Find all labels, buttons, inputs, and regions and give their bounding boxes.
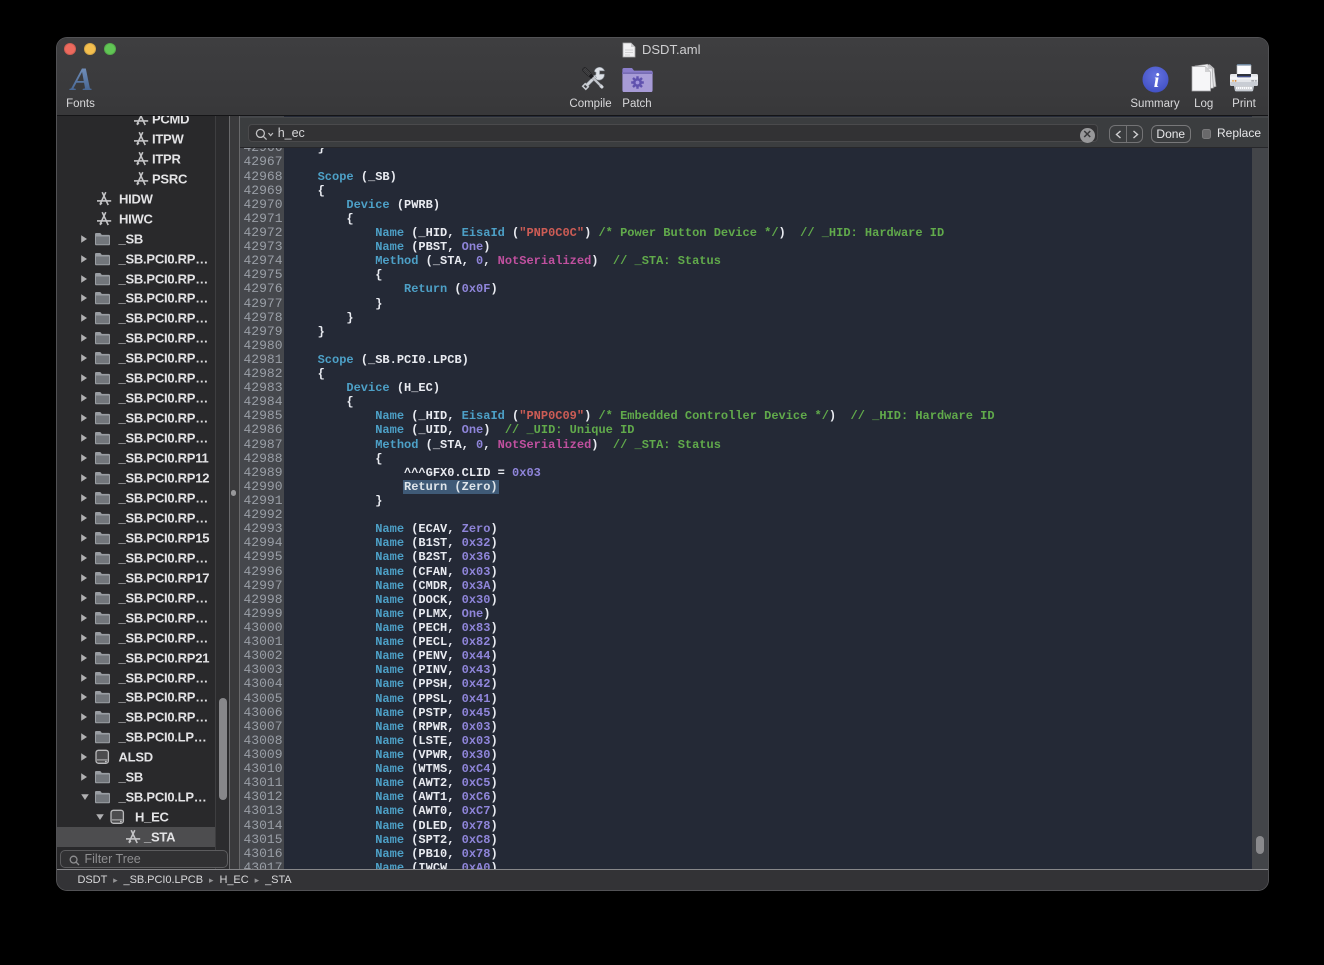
svg-text:i: i [1154, 70, 1160, 92]
